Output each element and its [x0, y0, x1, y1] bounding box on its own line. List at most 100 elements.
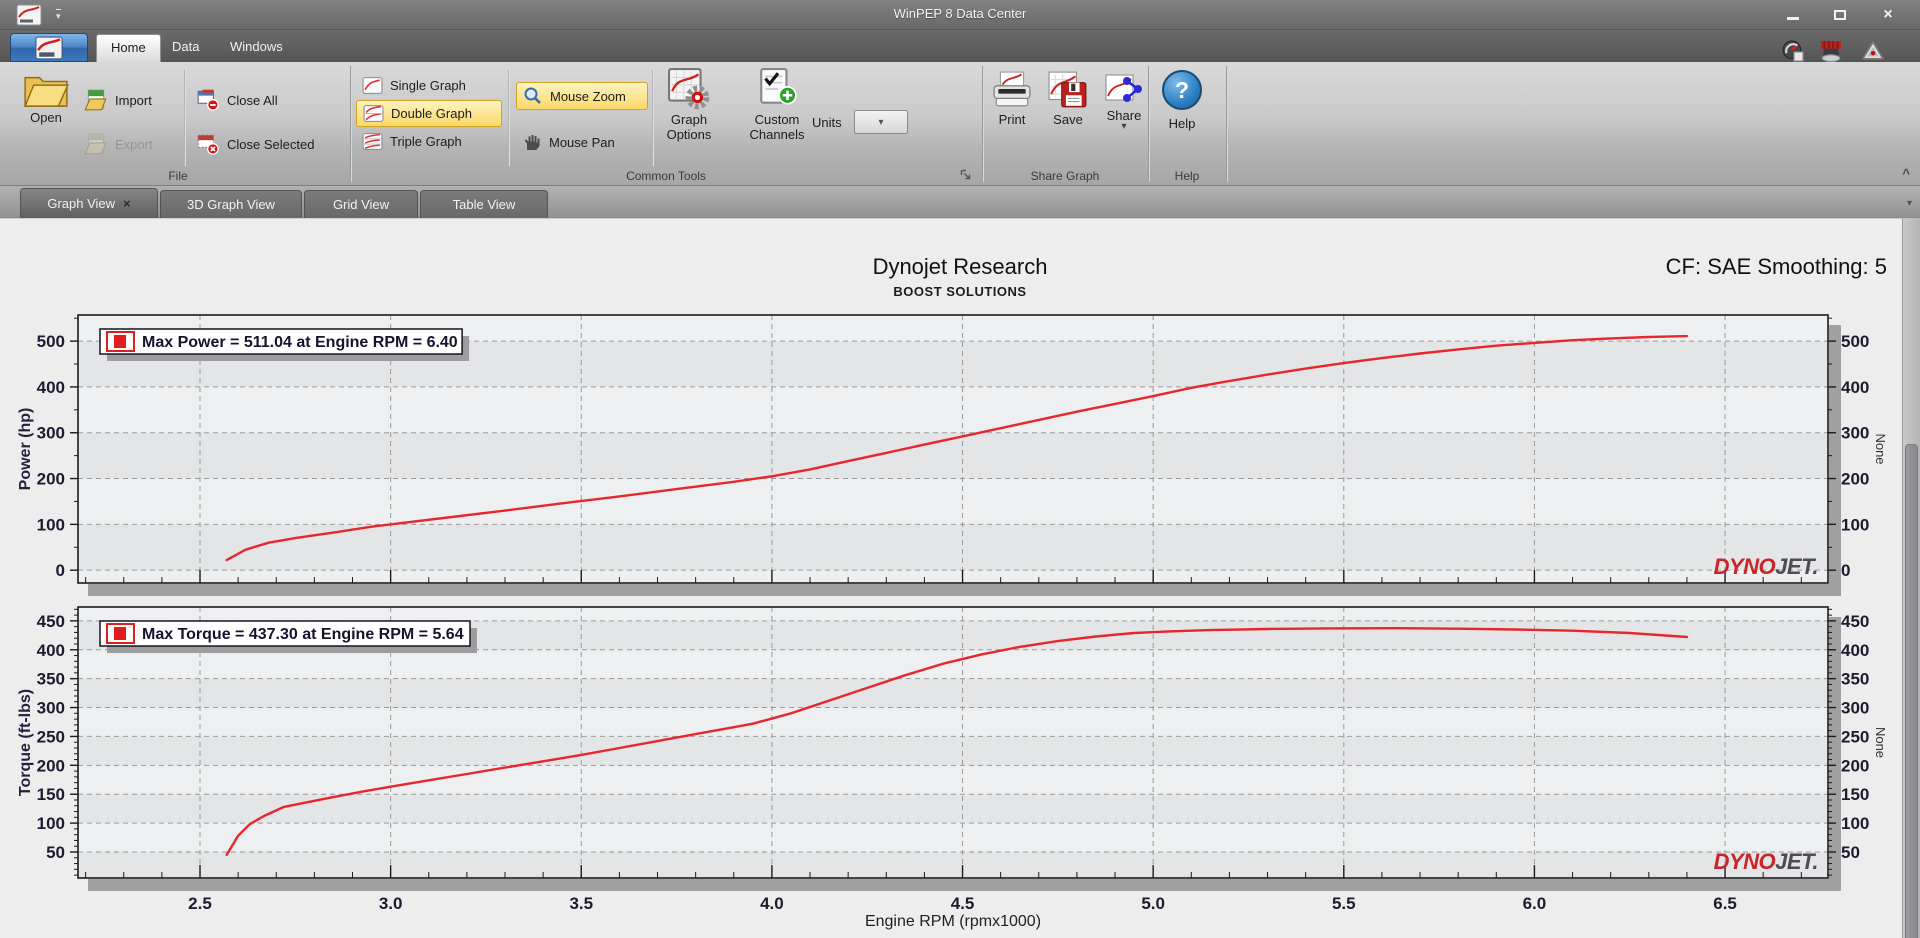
share-dropdown-icon[interactable]: ▾ [1121, 122, 1126, 132]
group-separator-2 [982, 66, 983, 182]
svg-text:250: 250 [37, 727, 65, 746]
common-tools-divider [508, 70, 509, 166]
svg-text:350: 350 [1841, 670, 1869, 689]
scrollbar-thumb[interactable] [1905, 444, 1918, 938]
svg-text:0: 0 [56, 561, 65, 580]
svg-text:5.0: 5.0 [1141, 894, 1165, 913]
units-dropdown[interactable]: ▾ [854, 110, 908, 134]
delta-logo-icon[interactable] [1861, 40, 1885, 62]
maximize-button[interactable] [1826, 5, 1854, 24]
tab-grid-view[interactable]: Grid View [304, 190, 418, 218]
open-button[interactable]: Open [14, 70, 78, 125]
svg-text:3.5: 3.5 [569, 894, 593, 913]
share-icon [1105, 74, 1142, 102]
print-button[interactable]: Print [984, 70, 1040, 127]
graph-options-label: Graph Options [666, 112, 712, 142]
svg-text:50: 50 [1841, 843, 1860, 862]
units-label: Units [812, 115, 842, 130]
svg-text:400: 400 [1841, 378, 1869, 397]
minimize-button[interactable] [1779, 5, 1807, 24]
graph-options-button[interactable]: Graph Options [656, 68, 722, 142]
save-button[interactable]: Save [1040, 70, 1096, 127]
custom-channels-button[interactable]: Custom Channels [744, 68, 810, 142]
double-graph-icon [363, 105, 384, 122]
mouse-pan-label: Mouse Pan [549, 134, 615, 150]
mouse-zoom-icon [524, 87, 541, 104]
collapse-ribbon-icon[interactable]: ^ [1902, 166, 1910, 181]
single-graph-button[interactable]: Single Graph [356, 72, 502, 99]
share-graph-group-label: Share Graph [1030, 169, 1100, 183]
tab-home[interactable]: Home [96, 34, 161, 62]
dialog-launcher-icon[interactable] [960, 168, 972, 186]
graph-options-icon [668, 68, 710, 110]
file-group-divider [184, 70, 185, 166]
triple-graph-icon [362, 133, 383, 150]
tab-grid-view-label: Grid View [332, 197, 390, 212]
share-button[interactable]: Share ▾ [1096, 70, 1152, 132]
help-label: Help [1168, 116, 1196, 131]
svg-text:100: 100 [37, 814, 65, 833]
svg-text:3.0: 3.0 [379, 894, 403, 913]
dyno-icon[interactable] [1820, 40, 1842, 63]
svg-text:400: 400 [37, 641, 65, 660]
mouse-zoom-button[interactable]: Mouse Zoom [516, 82, 648, 110]
close-button[interactable]: × [1874, 5, 1902, 24]
common-tools-group-label: Common Tools [626, 169, 706, 183]
group-separator [350, 66, 351, 182]
export-icon [84, 133, 107, 155]
double-graph-button[interactable]: Double Graph [356, 100, 502, 127]
chevron-down-icon: ▾ [878, 116, 884, 128]
application-menu-button[interactable] [10, 33, 88, 62]
close-selected-button[interactable]: Close Selected [196, 130, 314, 158]
triple-graph-button[interactable]: Triple Graph [356, 128, 502, 155]
single-graph-icon [362, 77, 383, 94]
svg-text:2.5: 2.5 [188, 894, 212, 913]
tab-data[interactable]: Data [158, 34, 213, 62]
tab-3d-graph-view[interactable]: 3D Graph View [160, 190, 302, 218]
tab-3d-graph-view-label: 3D Graph View [187, 197, 275, 212]
group-separator-4 [1226, 66, 1227, 182]
dynojet-watermark: DYNOJET. [1714, 554, 1818, 579]
svg-text:150: 150 [37, 785, 65, 804]
file-group-label: File [168, 169, 188, 183]
close-selected-label: Close Selected [227, 136, 315, 152]
custom-channels-label: Custom Channels [749, 112, 805, 142]
help-button[interactable]: ? Help [1152, 70, 1212, 131]
torque-chart: 50 50 100 100 150 150 200 200 250 250 300 300 350 350… [17, 606, 1888, 891]
svg-text:50: 50 [46, 843, 65, 862]
mouse-pan-button[interactable]: Mouse Pan [516, 128, 648, 156]
torque-axis-title: Torque (ft-lbs) [17, 689, 34, 796]
svg-text:400: 400 [37, 378, 65, 397]
save-icon [1048, 71, 1087, 108]
close-all-icon [197, 89, 219, 111]
svg-text:300: 300 [37, 699, 65, 718]
svg-text:200: 200 [37, 470, 65, 489]
svg-text:100: 100 [1841, 814, 1869, 833]
dyno-charts-canvas[interactable]: 0 0 100 100 200 200 300 300 400 400 500 500 Power (h… [0, 218, 1920, 938]
close-all-button[interactable]: Close All [196, 86, 278, 114]
gauge-icon[interactable] [1782, 40, 1804, 62]
svg-text:450: 450 [1841, 612, 1869, 631]
svg-text:350: 350 [37, 670, 65, 689]
tab-windows[interactable]: Windows [216, 34, 297, 62]
close-tab-icon[interactable]: × [123, 197, 131, 210]
open-label: Open [30, 110, 62, 125]
x-axis-title: Engine RPM (rpmx1000) [865, 913, 1041, 930]
power-legend-text: Max Power = 511.04 at Engine RPM = 6.40 [142, 334, 458, 351]
mouse-zoom-label: Mouse Zoom [550, 88, 626, 104]
svg-text:200: 200 [1841, 470, 1869, 489]
scrollbar-track[interactable] [1902, 218, 1920, 938]
dynojet-watermark: DYNOJET. [1714, 849, 1818, 874]
svg-text:400: 400 [1841, 641, 1869, 660]
tab-table-view[interactable]: Table View [420, 190, 548, 218]
import-button[interactable]: Import [84, 86, 152, 114]
svg-text:0: 0 [1841, 561, 1850, 580]
common-tools-divider-2 [652, 70, 653, 166]
tab-graph-view[interactable]: Graph View × [20, 188, 158, 218]
title-bar: ▾ WinPEP 8 Data Center × [0, 0, 1920, 30]
tab-overflow-icon[interactable]: ▾ [1907, 198, 1912, 209]
svg-text:5.5: 5.5 [1332, 894, 1356, 913]
right-axis-title: None [1873, 433, 1888, 464]
svg-text:500: 500 [1841, 332, 1869, 351]
maximize-icon [1834, 9, 1846, 20]
